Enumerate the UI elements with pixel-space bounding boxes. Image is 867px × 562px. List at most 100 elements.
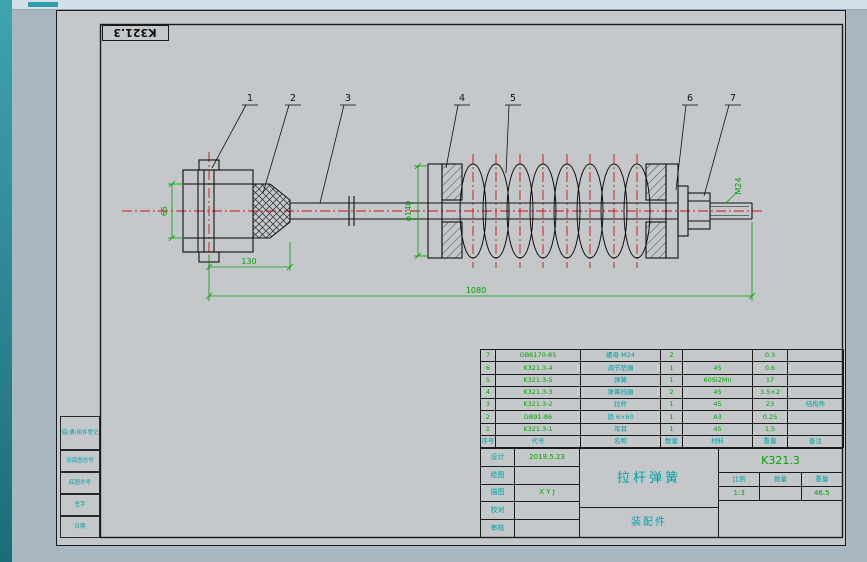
bom-header-cell: 序号 — [480, 434, 496, 449]
cell: 调节垫圈 — [580, 361, 661, 375]
drawing-number: K321.3 — [719, 449, 842, 473]
cell: 5 — [480, 373, 496, 387]
dim-overall-length: 1080 — [466, 286, 486, 295]
signature-value — [515, 502, 579, 519]
cell: 4 — [480, 385, 496, 400]
cell: 7 — [480, 348, 496, 363]
margin-block-old-tracing-no: 旧底图总号 — [60, 450, 100, 472]
cell — [787, 373, 844, 387]
signature-value — [515, 467, 579, 484]
cell: 螺母 M24 — [580, 348, 661, 363]
callout-7: 7 — [730, 93, 736, 104]
cell: K321.3-1 — [495, 422, 581, 436]
title-block-center: 拉杆弹簧 装配件 — [579, 449, 719, 537]
title-block-signatures: 设计 2019.5.23 绘图 描图 X Y J 校对 审核 — [481, 449, 579, 537]
scale-qty-weight-labels: 比例 数量 重量 — [719, 473, 842, 487]
signature-row: 校对 — [481, 502, 579, 521]
cell: GB6170-85 — [495, 348, 581, 363]
cell: 0.6 — [752, 361, 788, 375]
part-title: 拉杆弹簧 — [616, 470, 681, 486]
cell: 1 — [660, 373, 683, 387]
cell: 17 — [752, 373, 788, 387]
cell: 45 — [682, 422, 753, 436]
callout-3: 3 — [345, 93, 351, 104]
cell: 销 6×60 — [580, 410, 661, 424]
cell: K321.3-5 — [495, 373, 581, 387]
cell: 0.3 — [752, 348, 788, 363]
bom-table: 7 GB6170-85 螺母 M24 2 0.3 6 K321.3-4 调节垫圈… — [480, 348, 844, 449]
bom-header-cell: 备注 — [787, 434, 844, 449]
dim-clevis-height: 65 — [160, 206, 169, 216]
bom-row: 5 K321.3-5 弹簧 1 60Si2Mn 17 — [480, 373, 844, 387]
signature-label: 设计 — [481, 449, 515, 466]
scale-label: 比例 — [719, 473, 761, 486]
cell: 弹簧 — [580, 373, 661, 387]
callout-numbers: 1 2 3 4 5 6 7 — [247, 93, 736, 104]
weight-value: 46.5 — [814, 489, 830, 497]
signature-label: 审核 — [481, 520, 515, 537]
qty-value — [760, 487, 802, 500]
bom-header-cell: 代号 — [495, 434, 581, 449]
cell — [787, 348, 844, 363]
weight-label: 重量 — [815, 475, 829, 484]
cell: 吊耳 — [580, 422, 661, 436]
cell: 23 — [752, 397, 788, 412]
cell: 6 — [480, 361, 496, 375]
cell: 2 — [660, 385, 683, 400]
cell: GB91-86 — [495, 410, 581, 424]
cell: 1 — [660, 361, 683, 375]
callout-4: 4 — [459, 93, 465, 104]
cell: 1 — [660, 422, 683, 436]
signature-row: 审核 — [481, 520, 579, 537]
cell: 2 — [660, 348, 683, 363]
signature-row: 描图 X Y J — [481, 484, 579, 503]
cell — [682, 348, 753, 363]
callout-1: 1 — [247, 93, 253, 104]
bom-header-cell: 材料 — [682, 434, 753, 449]
bom-header-cell: 重量 — [752, 434, 788, 449]
bom-header-cell: 名称 — [580, 434, 661, 449]
dim-seat-diameter: φ140 — [404, 201, 413, 222]
cell: 3.5×2 — [752, 385, 788, 400]
scale-qty-weight-values: 1:3 46.5 — [719, 487, 842, 501]
qty-label: 数量 — [760, 473, 802, 486]
bom-row: 4 K321.3-3 弹簧挡圈 2 45 3.5×2 — [480, 385, 844, 400]
bom-row: 6 K321.3-4 调节垫圈 1 45 0.6 — [480, 361, 844, 375]
cell — [787, 410, 844, 424]
margin-block-signature: 签字 — [60, 494, 100, 516]
signature-label: 校对 — [481, 502, 515, 520]
margin-block-date: 日期 — [60, 516, 100, 538]
bom-row: 7 GB6170-85 螺母 M24 2 0.3 — [480, 348, 844, 363]
dim-end-thread: M24 — [734, 177, 743, 194]
cell: 结构件 — [787, 397, 844, 412]
bom-row: 1 K321.3-1 吊耳 1 45 1.5 — [480, 422, 844, 436]
margin-block-tracing-no: 底图总号 — [60, 472, 100, 494]
title-block: 设计 2019.5.23 绘图 描图 X Y J 校对 审核 拉杆弹簧 装配件 — [480, 448, 843, 538]
cell: K321.3-3 — [495, 385, 581, 400]
cell: 弹簧挡圈 — [580, 385, 661, 400]
cell: 60Si2Mn — [682, 373, 753, 387]
callout-2: 2 — [290, 93, 296, 104]
cell: 1 — [660, 397, 683, 412]
cad-viewer: K321.3 1 2 3 4 5 6 7 65 130 1080 φ140 M2… — [0, 0, 867, 562]
bom-header-cell: 数量 — [660, 434, 683, 449]
cell: 2 — [480, 410, 496, 424]
callout-6: 6 — [687, 93, 693, 104]
part-subtitle: 装配件 — [580, 507, 718, 537]
signature-row: 绘图 — [481, 466, 579, 485]
cell: 45 — [682, 361, 753, 375]
callout-5: 5 — [510, 93, 516, 104]
signature-value: X Y J — [539, 488, 555, 497]
cell: 45 — [682, 385, 753, 400]
cell: 3 — [480, 397, 496, 412]
signature-value — [515, 520, 579, 537]
title-block-blank — [719, 501, 842, 537]
cell: A3 — [682, 410, 753, 424]
cell: K321.3-2 — [495, 397, 581, 412]
bom-header-row: 序号 代号 名称 数量 材料 重量 备注 — [480, 434, 844, 449]
bom-row: 2 GB91-86 销 6×60 1 A3 0.25 — [480, 410, 844, 424]
margin-block-reuse-record: 借(通)用件登记 — [60, 416, 100, 450]
bom-row: 3 K321.3-2 拉杆 1 45 23 结构件 — [480, 397, 844, 412]
cell: 拉杆 — [580, 397, 661, 412]
cell: 1.5 — [752, 422, 788, 436]
